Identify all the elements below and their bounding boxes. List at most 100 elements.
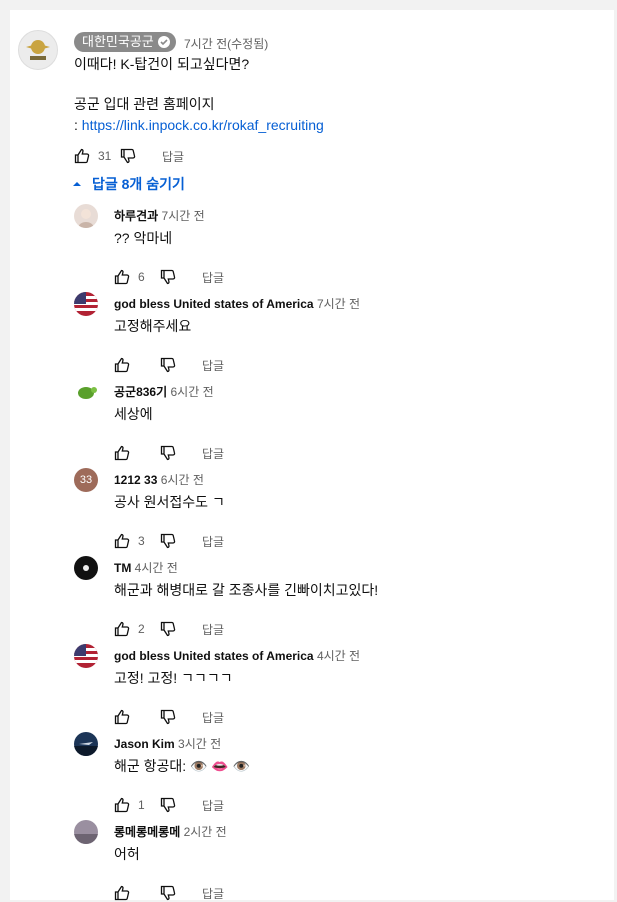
reply-text: 고정해주세요 <box>114 318 192 334</box>
reply-avatar[interactable] <box>74 556 98 580</box>
reply-avatar[interactable] <box>74 732 98 756</box>
reply-actions: 1 답글 <box>114 794 224 816</box>
like-icon[interactable] <box>114 269 130 285</box>
like-count: 1 <box>138 798 145 812</box>
like-icon[interactable] <box>114 885 130 901</box>
reply-actions: 답글 <box>114 354 224 376</box>
like-count: 6 <box>138 270 145 284</box>
reply-actions: 답글 <box>114 706 224 728</box>
dislike-icon[interactable] <box>160 533 176 549</box>
dislike-icon[interactable] <box>160 709 176 725</box>
us-flag-avatar-icon <box>74 644 98 668</box>
reply-actions: 답글 <box>114 442 224 464</box>
reply-button[interactable]: 답글 <box>202 533 224 550</box>
reply-author[interactable]: Jason Kim <box>114 737 175 751</box>
channel-avatar[interactable] <box>18 30 58 70</box>
comment-link-line: : https://link.inpock.co.kr/rokaf_recrui… <box>74 115 324 135</box>
reply-author[interactable]: god bless United states of America <box>114 297 314 311</box>
verified-icon <box>157 36 170 48</box>
like-icon[interactable] <box>114 621 130 637</box>
reply-author-line: god bless United states of America 4시간 전 <box>114 647 360 664</box>
reply-author[interactable]: 롱메롱메롱메 <box>114 825 180 839</box>
reply-avatar[interactable] <box>74 292 98 316</box>
like-icon[interactable] <box>74 148 90 164</box>
reply-author-line: god bless United states of America 7시간 전 <box>114 295 360 312</box>
dislike-icon[interactable] <box>160 445 176 461</box>
reply-author[interactable]: TM <box>114 561 131 575</box>
author-chip[interactable]: 대한민국공군 <box>74 32 176 52</box>
reply-button[interactable]: 답글 <box>202 269 224 286</box>
reply-author[interactable]: god bless United states of America <box>114 649 314 663</box>
initials-avatar: 33 <box>74 468 98 492</box>
reply-text: 해군과 해병대로 갈 조종사를 긴빠이치고있다! <box>114 582 379 598</box>
reply-time[interactable]: 3시간 전 <box>178 737 221 751</box>
reply-time[interactable]: 7시간 전 <box>317 297 360 311</box>
reply-author-line: Jason Kim 3시간 전 <box>114 735 221 752</box>
reply-actions: 6 답글 <box>114 266 224 288</box>
dislike-icon[interactable] <box>160 621 176 637</box>
comment-time[interactable]: 7시간 전(수정됨) <box>184 35 268 52</box>
comment-actions: 31 답글 <box>74 145 184 167</box>
reply-author-line: TM 4시간 전 <box>114 559 178 576</box>
like-icon[interactable] <box>114 357 130 373</box>
reply-time[interactable]: 4시간 전 <box>317 649 360 663</box>
person-avatar-icon <box>74 204 98 228</box>
like-icon[interactable] <box>114 797 130 813</box>
us-flag-avatar-icon <box>74 292 98 316</box>
reply-text: ?? 악마네 <box>114 230 173 246</box>
like-icon[interactable] <box>114 709 130 725</box>
reply-text: 고정! 고정! ㄱㄱㄱㄱ <box>114 670 233 686</box>
reply-text: 공사 원서접수도 ㄱ <box>114 494 225 510</box>
reply-avatar[interactable] <box>74 644 98 668</box>
reply-actions: 답글 <box>114 882 224 902</box>
recruiting-link[interactable]: https://link.inpock.co.kr/rokaf_recruiti… <box>82 117 324 133</box>
reply-time[interactable]: 6시간 전 <box>171 385 214 399</box>
reply-button[interactable]: 답글 <box>162 148 184 165</box>
reply-actions: 3 답글 <box>114 530 224 552</box>
reply-text: 어허 <box>114 846 140 862</box>
comment-text-line-1: 이때다! K-탑건이 되고싶다면? <box>74 56 250 72</box>
reply-avatar[interactable] <box>74 380 98 404</box>
dislike-icon[interactable] <box>160 885 176 901</box>
dislike-icon[interactable] <box>160 269 176 285</box>
hide-replies-label: 답글 8개 숨기기 <box>92 176 185 192</box>
reply-author[interactable]: 공군836기 <box>114 385 167 399</box>
like-count: 31 <box>98 149 112 163</box>
turtle-avatar-icon <box>74 380 98 404</box>
comment-thread: 대한민국공군 7시간 전(수정됨) 이때다! K-탑건이 되고싶다면? 공군 입… <box>10 10 614 902</box>
reply-button[interactable]: 답글 <box>202 621 224 638</box>
reply-time[interactable]: 7시간 전 <box>162 209 205 223</box>
comment-text-line-2: 공군 입대 관련 홈페이지 <box>74 96 215 112</box>
reply-author[interactable]: 1212 33 <box>114 473 157 487</box>
comment-author: 대한민국공군 <box>82 34 154 49</box>
reply-avatar[interactable] <box>74 820 98 844</box>
reply-author-line: 롱메롱메롱메 2시간 전 <box>114 823 227 840</box>
reply-author-line: 공군836기 6시간 전 <box>114 383 214 400</box>
reply-button[interactable]: 답글 <box>202 709 224 726</box>
like-count: 2 <box>138 622 145 636</box>
dislike-icon[interactable] <box>120 148 136 164</box>
reply-avatar[interactable] <box>74 204 98 228</box>
link-prefix: : <box>74 117 82 133</box>
chevron-up-icon <box>73 182 81 186</box>
reply-actions: 2 답글 <box>114 618 224 640</box>
air-force-emblem-icon <box>26 40 50 60</box>
reply-author[interactable]: 하루견과 <box>114 209 158 223</box>
reply-text: 해군 항공대: 👁️ 👄 👁️ <box>114 758 251 774</box>
reply-button[interactable]: 답글 <box>202 797 224 814</box>
like-icon[interactable] <box>114 445 130 461</box>
reply-button[interactable]: 답글 <box>202 885 224 902</box>
reply-button[interactable]: 답글 <box>202 445 224 462</box>
dark-avatar-icon <box>74 556 98 580</box>
photo-avatar-icon <box>74 820 98 844</box>
like-icon[interactable] <box>114 533 130 549</box>
reply-time[interactable]: 2시간 전 <box>184 825 227 839</box>
reply-time[interactable]: 6시간 전 <box>161 473 204 487</box>
hide-replies-button[interactable]: 답글 8개 숨기기 <box>72 174 185 194</box>
dislike-icon[interactable] <box>160 797 176 813</box>
dislike-icon[interactable] <box>160 357 176 373</box>
reply-time[interactable]: 4시간 전 <box>135 561 178 575</box>
reply-avatar[interactable]: 33 <box>74 468 98 492</box>
reply-author-line: 하루견과 7시간 전 <box>114 207 205 224</box>
reply-button[interactable]: 답글 <box>202 357 224 374</box>
